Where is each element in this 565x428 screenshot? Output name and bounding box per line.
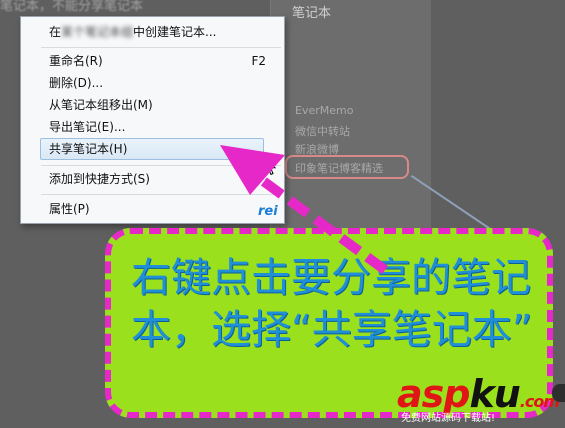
- menu-item-label: 从笔记本组移出(M): [49, 98, 153, 112]
- watermark-logo: aspku.com 免费网站源码下载站!: [397, 372, 562, 424]
- menu-item-label: 导出笔记(E)...: [49, 120, 126, 134]
- watermark-subtitle: 免费网站源码下载站!: [401, 413, 496, 424]
- menu-item-create-notebook[interactable]: 在某个笔记本组中创建笔记本...: [22, 22, 283, 42]
- menu-item-label: 删除(D)...: [49, 76, 104, 90]
- menu-item-delete[interactable]: 删除(D)...: [22, 73, 283, 93]
- pointer-arrow-icon: [220, 145, 388, 275]
- menu-item-label-prefix: 在: [49, 25, 62, 39]
- menu-item-label-blurred: 某个笔记本组: [61, 25, 134, 39]
- menu-item-shortcut: F2: [251, 54, 266, 68]
- notebook-panel-title: 笔记本: [292, 6, 332, 21]
- menu-separator: [41, 47, 281, 48]
- menu-item-label-suffix: 中创建笔记本...: [133, 25, 217, 39]
- edge-shape: [552, 384, 565, 402]
- menu-item-label: 添加到快捷方式(S): [49, 172, 150, 186]
- menu-item-label: 重命名(R): [49, 54, 103, 68]
- menu-item-label: 属性(P): [49, 202, 90, 216]
- menu-item-remove-from-stack[interactable]: 从笔记本组移出(M): [22, 95, 283, 115]
- menu-item-label: 共享笔记本(H): [49, 142, 128, 156]
- menu-item-rename[interactable]: 重命名(R) F2: [22, 51, 283, 71]
- notebook-item[interactable]: EverMemo: [295, 104, 353, 117]
